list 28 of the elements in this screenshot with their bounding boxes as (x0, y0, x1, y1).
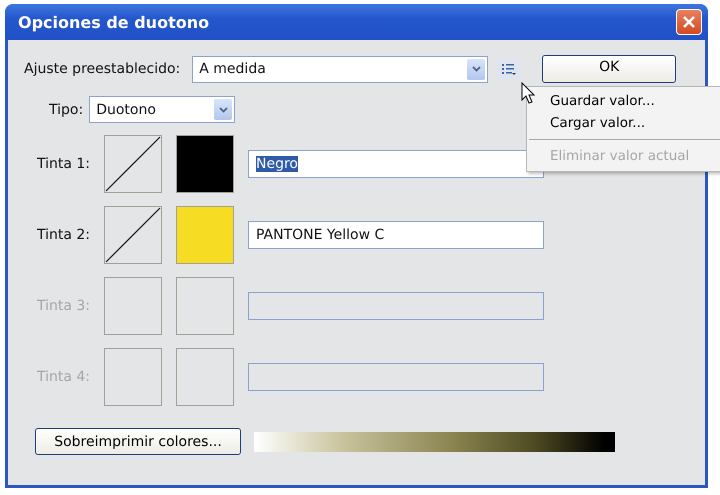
curve-icon (105, 207, 161, 263)
ink-name-field[interactable] (248, 363, 544, 391)
ink-label: Tinta 1: (36, 156, 90, 172)
preset-options-button[interactable] (497, 58, 522, 80)
color-swatch[interactable] (176, 348, 234, 406)
ink-label: Tinta 4: (36, 369, 90, 385)
color-swatch[interactable] (176, 277, 234, 335)
overprint-colors-button[interactable]: Sobreimprimir colores... (35, 428, 241, 455)
window-title: Opciones de duotono (18, 12, 210, 32)
type-label: Tipo: (49, 102, 84, 118)
ink-name-field[interactable]: Negro (248, 150, 544, 178)
ink-name-field[interactable] (248, 292, 544, 320)
close-button[interactable] (676, 9, 702, 35)
color-swatch[interactable] (176, 135, 234, 193)
ok-button[interactable]: OK (542, 55, 676, 83)
curve-box[interactable] (104, 206, 162, 264)
curve-icon (105, 136, 161, 192)
ink-label: Tinta 2: (36, 227, 90, 243)
color-swatch[interactable] (176, 206, 234, 264)
menu-item[interactable]: Cargar valor... (527, 112, 720, 134)
preset-label: Ajuste preestablecido: (24, 61, 180, 77)
ink-label: Tinta 3: (36, 298, 90, 314)
ink-name-field[interactable]: PANTONE Yellow C (248, 221, 544, 249)
preset-dropdown[interactable]: A medida (192, 56, 488, 82)
curve-box[interactable] (104, 135, 162, 193)
type-dropdown[interactable]: Duotono (89, 96, 236, 123)
close-icon (682, 15, 696, 29)
list-icon (501, 62, 518, 76)
